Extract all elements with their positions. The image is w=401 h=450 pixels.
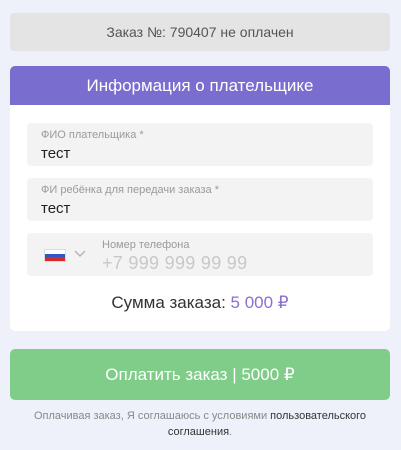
card-header: Информация о плательщике	[10, 66, 390, 105]
card-title: Информация о плательщике	[86, 75, 314, 95]
payer-name-value[interactable]: тест	[41, 145, 70, 162]
child-name-value[interactable]: тест	[41, 200, 70, 217]
payer-name-label: ФИО плательщика *	[41, 129, 144, 141]
payer-name-field[interactable]: ФИО плательщика * тест	[27, 123, 373, 166]
phone-label: Номер телефона	[102, 239, 190, 251]
child-name-field[interactable]: ФИ ребёнка для передачи заказа * тест	[27, 178, 373, 221]
order-status-text: Заказ №: 790407 не оплачен	[106, 24, 294, 40]
pay-order-button[interactable]: Оплатить заказ | 5000 ₽	[10, 349, 390, 400]
agreement-prefix: Оплачивая заказ, Я соглашаюсь с условиям…	[33, 410, 268, 422]
phone-field[interactable]: Номер телефона +7 999 999 99 99	[27, 233, 373, 276]
payer-info-card: Информация о плательщике ФИО плательщика…	[10, 66, 390, 331]
phone-input[interactable]: +7 999 999 99 99	[102, 253, 247, 274]
agreement-text: Оплачивая заказ, Я соглашаюсь с условиям…	[20, 408, 380, 440]
ru-flag-icon[interactable]	[44, 249, 66, 262]
child-name-label: ФИ ребёнка для передачи заказа *	[41, 184, 220, 196]
pay-button-label: Оплатить заказ | 5000 ₽	[105, 364, 295, 384]
agreement-end: .	[229, 426, 233, 438]
order-sum-label: Сумма заказа:	[111, 293, 226, 312]
order-sum: Сумма заказа: 5 000 ₽	[10, 293, 390, 313]
chevron-down-icon[interactable]	[74, 248, 86, 258]
order-status-banner: Заказ №: 790407 не оплачен	[10, 13, 390, 51]
order-sum-amount: 5 000 ₽	[230, 293, 289, 312]
